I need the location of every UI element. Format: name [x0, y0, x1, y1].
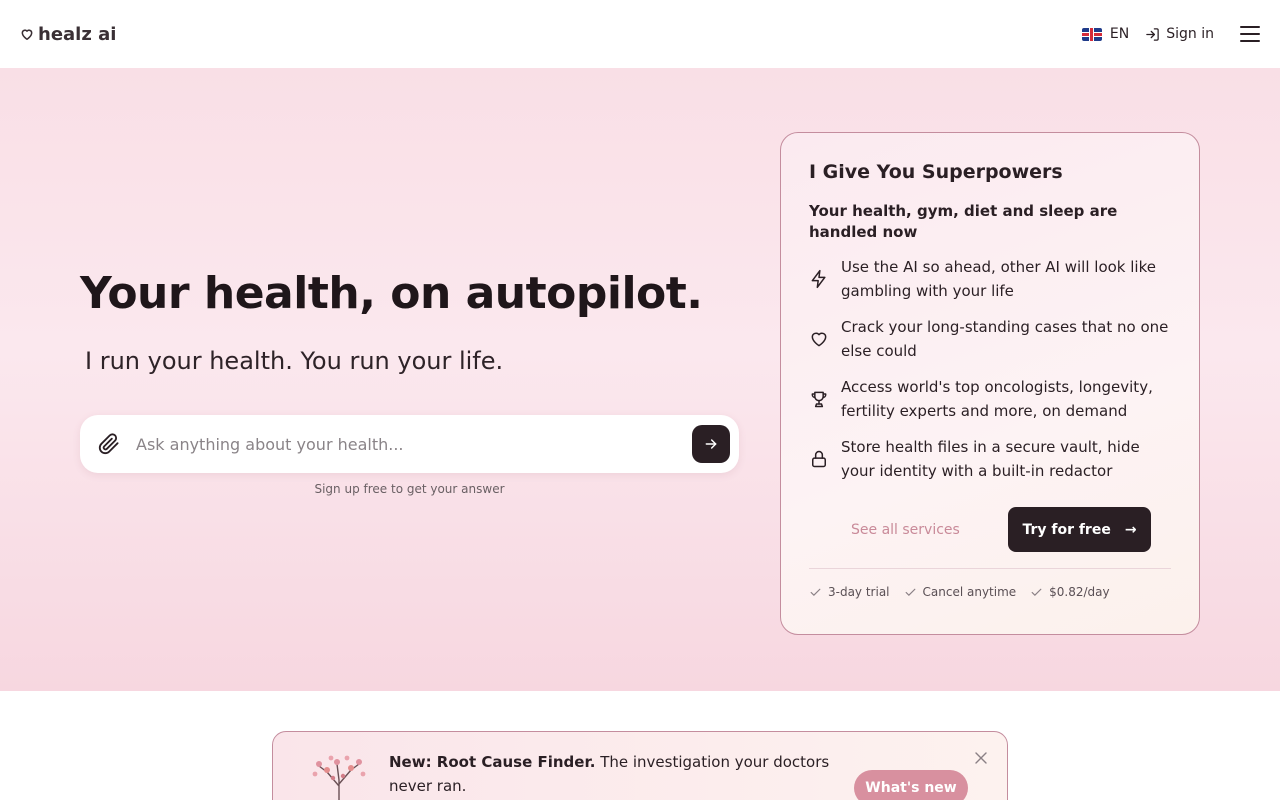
trophy-icon	[811, 391, 827, 408]
top-header: healz ai EN Sign in	[0, 0, 1280, 68]
whats-new-button[interactable]: What's new	[854, 770, 968, 800]
card-divider	[809, 568, 1171, 569]
logo[interactable]: healz ai	[20, 24, 116, 45]
hero-headline: Your health, on autopilot.	[80, 268, 703, 319]
sign-in-link[interactable]: Sign in	[1145, 26, 1214, 42]
root-tree-illustration-icon	[312, 755, 366, 800]
hero-subheadline: I run your health. You run your life.	[85, 347, 504, 375]
send-button[interactable]	[692, 425, 730, 463]
uk-flag-icon	[1081, 27, 1102, 41]
try-for-free-label: Try for free	[1022, 521, 1111, 538]
see-all-services-link[interactable]: See all services	[851, 522, 960, 538]
feature-text: Access world's top oncologists, longevit…	[841, 378, 1153, 420]
feature-text: Use the AI so ahead, other AI will look …	[841, 258, 1156, 300]
announcement-banner: New: Root Cause Finder. The investigatio…	[272, 731, 1008, 800]
perk-text: Cancel anytime	[922, 585, 1017, 599]
ask-hint: Sign up free to get your answer	[314, 482, 505, 496]
close-icon[interactable]	[975, 752, 987, 764]
sign-in-label: Sign in	[1166, 26, 1214, 42]
sign-in-icon	[1146, 27, 1159, 41]
perk-item: Cancel anytime	[904, 585, 1017, 599]
language-selector[interactable]: EN	[1081, 26, 1130, 42]
feature-item: Store health files in a secure vault, hi…	[809, 435, 1171, 483]
perk-item: $0.82/day	[1030, 585, 1110, 599]
hero-section: Your health, on autopilot. I run your he…	[0, 68, 1280, 691]
check-icon	[810, 588, 821, 596]
arrow-right-icon	[705, 439, 717, 449]
feature-item: Crack your long-standing cases that no o…	[809, 315, 1171, 363]
perk-text: 3-day trial	[828, 585, 890, 599]
banner-text: New: Root Cause Finder. The investigatio…	[389, 750, 849, 798]
bolt-icon	[811, 269, 826, 289]
feature-item: Use the AI so ahead, other AI will look …	[809, 255, 1171, 303]
lock-icon	[812, 450, 826, 468]
superpowers-card: I Give You Superpowers Your health, gym,…	[780, 132, 1200, 635]
paperclip-icon[interactable]	[98, 433, 120, 455]
hamburger-menu-icon[interactable]	[1240, 26, 1260, 42]
banner-title: New: Root Cause Finder.	[389, 753, 596, 771]
perk-item: 3-day trial	[809, 585, 890, 599]
arrow-right-icon: →	[1124, 521, 1137, 538]
perks-list: 3-day trial Cancel anytime $0.82/day	[809, 585, 1171, 599]
perk-text: $0.82/day	[1049, 585, 1110, 599]
try-for-free-button[interactable]: Try for free →	[1008, 507, 1151, 552]
check-icon	[1031, 588, 1042, 596]
ask-box	[80, 415, 739, 473]
heart-icon	[21, 29, 33, 41]
feature-item: Access world's top oncologists, longevit…	[809, 375, 1171, 423]
language-label: EN	[1109, 26, 1130, 42]
card-lead: Your health, gym, diet and sleep are han…	[809, 202, 1118, 241]
ask-input[interactable]	[136, 434, 692, 454]
heart-icon	[811, 332, 827, 347]
feature-text: Crack your long-standing cases that no o…	[841, 318, 1169, 360]
feature-text: Store health files in a secure vault, hi…	[841, 438, 1140, 480]
logo-text: healz ai	[38, 23, 117, 45]
check-icon	[905, 588, 915, 596]
card-title: I Give You Superpowers	[809, 161, 1063, 183]
